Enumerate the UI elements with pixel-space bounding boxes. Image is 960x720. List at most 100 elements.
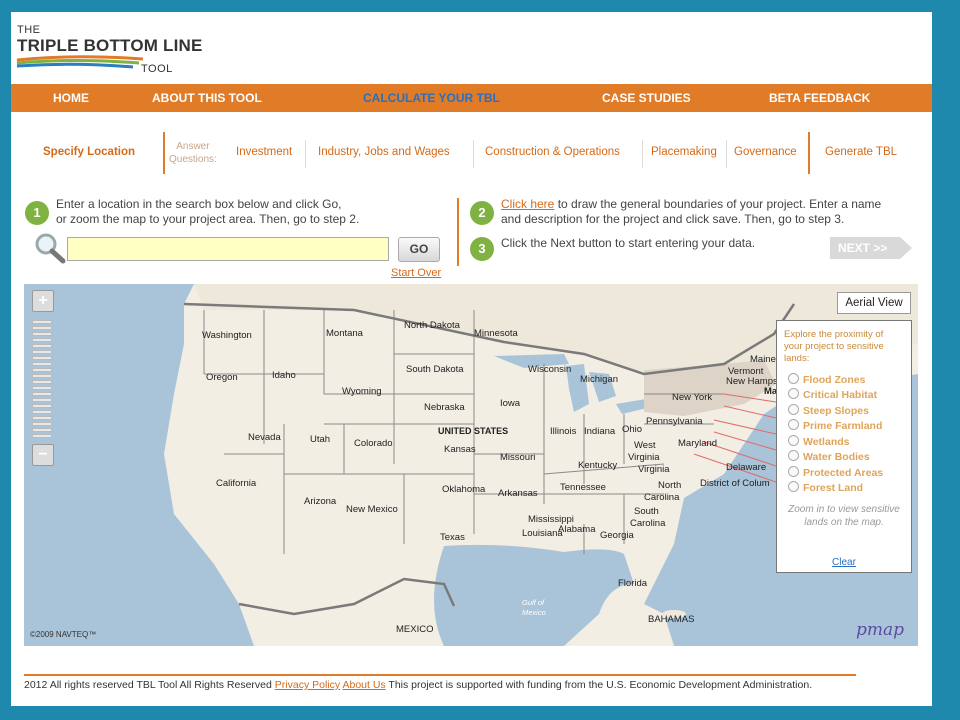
map-label-tennessee: Tennessee <box>560 482 606 493</box>
map-label-pennsylvania: Pennsylvania <box>646 416 703 427</box>
map-label-montana: Montana <box>326 328 363 339</box>
radio-icon <box>788 419 799 430</box>
pmap-logo[interactable]: pmap <box>856 620 904 640</box>
zoom-in-button[interactable]: + <box>32 290 54 312</box>
map-label-bahamas: BAHAMAS <box>648 614 695 625</box>
map-label-kentucky: Kentucky <box>578 460 618 471</box>
step-generate-tbl[interactable]: Generate TBL <box>825 146 897 158</box>
step2-line2: and description for the project and clic… <box>501 212 845 226</box>
nav-calculate[interactable]: CALCULATE YOUR TBL <box>363 91 500 105</box>
privacy-policy-link[interactable]: Privacy Policy <box>275 679 340 691</box>
map-copyright: ©2009 NAVTEQ™ <box>30 630 97 639</box>
layer-label: Flood Zones <box>803 374 866 386</box>
layer-steep-slopes[interactable]: Steep Slopes <box>788 404 869 417</box>
nav-home[interactable]: HOME <box>53 91 89 105</box>
layer-label: Steep Slopes <box>803 405 869 417</box>
layer-label: Wetlands <box>803 436 850 448</box>
map-label-west: West <box>634 440 656 451</box>
map-label-gulf: Gulf of <box>522 598 545 607</box>
zoom-level-bar[interactable] <box>32 434 52 438</box>
zoom-level-bar[interactable] <box>32 338 52 342</box>
search-input[interactable] <box>67 237 389 261</box>
zoom-level-bar[interactable] <box>32 422 52 426</box>
map-view[interactable]: Washington Montana North Dakota Minnesot… <box>24 284 918 646</box>
clear-link[interactable]: Clear <box>777 557 911 568</box>
step-divider <box>163 132 165 174</box>
layer-label: Protected Areas <box>803 467 884 479</box>
nav-case-studies[interactable]: CASE STUDIES <box>602 91 691 105</box>
main-nav: HOME ABOUT THIS TOOL CALCULATE YOUR TBL … <box>11 84 932 112</box>
map-label-missouri: Missouri <box>500 452 536 463</box>
about-us-link[interactable]: About Us <box>342 679 385 691</box>
step-industry-jobs-wages[interactable]: Industry, Jobs and Wages <box>318 146 450 158</box>
step-governance[interactable]: Governance <box>734 146 797 158</box>
map-label-gulf-mexico: Mexico <box>522 608 546 617</box>
map-label-florida: Florida <box>618 578 648 589</box>
zoom-level-bar[interactable] <box>32 416 52 420</box>
tbl-logo[interactable]: THE TRIPLE BOTTOM LINE TOOL <box>15 24 202 84</box>
map-label-colorado: Colorado <box>354 438 393 449</box>
zoom-level-bar[interactable] <box>32 350 52 354</box>
zoom-level-bar[interactable] <box>32 344 52 348</box>
layer-critical-habitat[interactable]: Critical Habitat <box>788 388 877 401</box>
step-divider <box>473 140 474 168</box>
map-label-nebraska: Nebraska <box>424 402 465 413</box>
map-label-kansas: Kansas <box>444 444 476 455</box>
answer-questions-label: Answer Questions: <box>169 140 217 166</box>
instructions-divider <box>457 198 459 266</box>
layer-prime-farmland[interactable]: Prime Farmland <box>788 419 882 432</box>
nav-beta-feedback[interactable]: BETA FEEDBACK <box>769 91 870 105</box>
click-here-link[interactable]: Click here <box>501 197 554 211</box>
zoom-spacer <box>32 312 54 318</box>
zoom-level-bar[interactable] <box>32 332 52 336</box>
step-specify-location[interactable]: Specify Location <box>43 146 135 158</box>
step-divider <box>726 140 727 168</box>
layer-flood-zones[interactable]: Flood Zones <box>788 373 865 386</box>
map-label-maryland: Maryland <box>678 438 718 449</box>
page: THE TRIPLE BOTTOM LINE TOOL HOME ABOUT T… <box>11 12 932 706</box>
zoom-level-bar[interactable] <box>32 386 52 390</box>
step3-badge: 3 <box>470 237 494 261</box>
zoom-level-bar[interactable] <box>32 368 52 372</box>
zoom-level-bar[interactable] <box>32 374 52 378</box>
map-label-alabama: Alabama <box>558 524 596 535</box>
map-label-new-mexico: New Mexico <box>346 504 398 515</box>
zoom-out-button[interactable]: − <box>32 444 54 466</box>
step-divider <box>808 132 810 174</box>
zoom-level-bar[interactable] <box>32 362 52 366</box>
zoom-level-bar[interactable] <box>32 392 52 396</box>
zoom-level-bar[interactable] <box>32 380 52 384</box>
map-label-south-carolina: Carolina <box>630 518 666 529</box>
map-label-wyoming: Wyoming <box>342 386 382 397</box>
layer-forest-land[interactable]: Forest Land <box>788 481 863 494</box>
zoom-level-bar[interactable] <box>32 428 52 432</box>
answer-label-1: Answer <box>176 141 210 152</box>
map-label-indiana: Indiana <box>584 426 616 437</box>
aerial-view-button[interactable]: Aerial View <box>837 292 911 314</box>
radio-icon <box>788 373 799 384</box>
zoom-level-bar[interactable] <box>32 410 52 414</box>
step-placemaking[interactable]: Placemaking <box>651 146 717 158</box>
go-button[interactable]: GO <box>398 237 440 262</box>
zoom-level-bar[interactable] <box>32 320 52 324</box>
step-construction-operations[interactable]: Construction & Operations <box>485 146 620 158</box>
radio-icon <box>788 388 799 399</box>
layer-water-bodies[interactable]: Water Bodies <box>788 450 870 463</box>
map-label-oklahoma: Oklahoma <box>442 484 486 495</box>
map-label-mexico: MEXICO <box>396 624 434 635</box>
step1-badge: 1 <box>25 201 49 225</box>
step-investment[interactable]: Investment <box>236 146 292 158</box>
map-label-texas: Texas <box>440 532 465 543</box>
logo-line1: THE <box>17 24 41 36</box>
zoom-level-bar[interactable] <box>32 326 52 330</box>
layer-wetlands[interactable]: Wetlands <box>788 435 849 448</box>
logo-swoosh-icon <box>16 55 144 69</box>
nav-about[interactable]: ABOUT THIS TOOL <box>152 91 262 105</box>
next-button[interactable]: NEXT >> <box>830 237 912 259</box>
zoom-level-bar[interactable] <box>32 398 52 402</box>
start-over-link[interactable]: Start Over <box>391 267 441 279</box>
layer-protected-areas[interactable]: Protected Areas <box>788 466 883 479</box>
zoom-level-bar[interactable] <box>32 356 52 360</box>
zoom-level-bar[interactable] <box>32 404 52 408</box>
radio-icon <box>788 404 799 415</box>
